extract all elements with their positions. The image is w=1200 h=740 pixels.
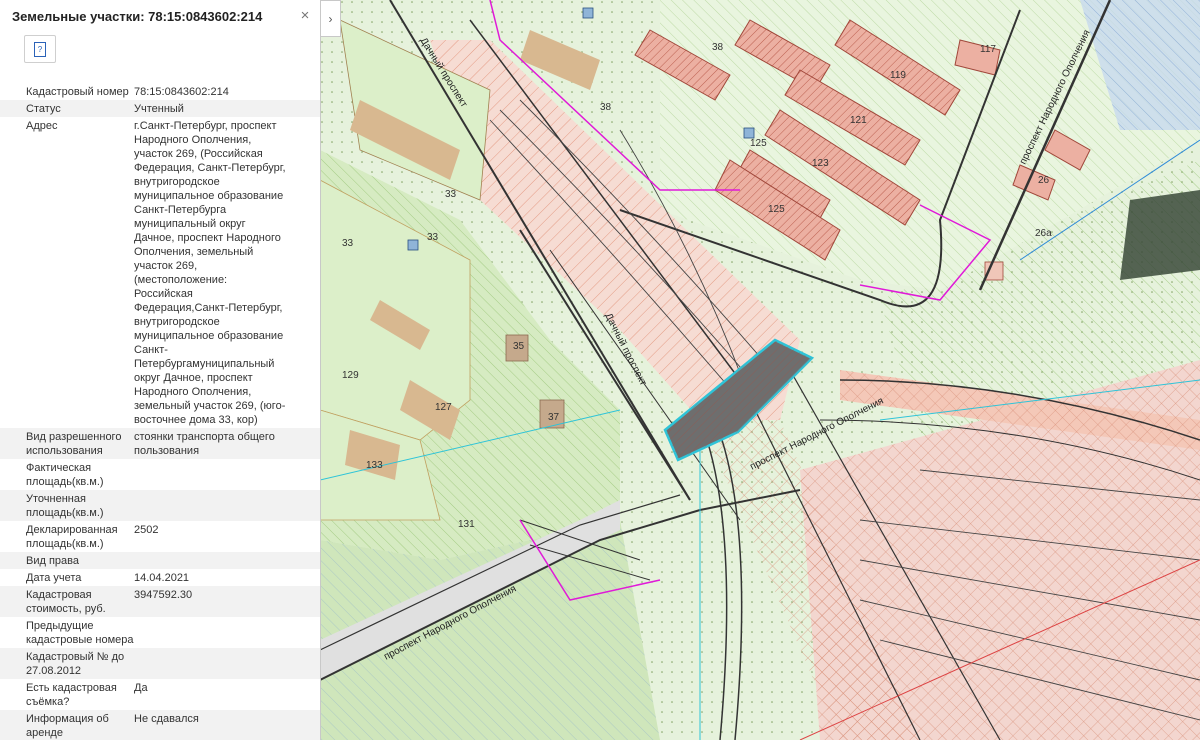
building-number: 123	[812, 158, 829, 169]
attribute-label: Дата учета	[26, 572, 82, 584]
building-number: 133	[366, 460, 383, 471]
attribute-table: Кадастровый номер 78:15:0843602:214 Стату…	[0, 83, 320, 740]
document-button[interactable]: ?	[24, 35, 56, 63]
panel-title: Земельные участки: 78:15:0843602:214	[12, 9, 263, 24]
attribute-label: Кадастровая стоимость, руб.	[26, 589, 106, 615]
attribute-row: Адрес г.Санкт-Петербург, проспект Народно…	[0, 117, 320, 428]
building-number: 117	[980, 44, 996, 55]
attribute-label: Вид разрешенного использования	[26, 431, 122, 457]
attribute-row: Информация об аренде Не сдавался	[0, 710, 320, 740]
building-number: 131	[458, 519, 475, 530]
attribute-label: Декларированная площадь(кв.м.)	[26, 524, 118, 550]
attribute-value: г.Санкт-Петербург, проспект Народного Оп…	[134, 120, 286, 426]
attribute-label: Фактическая площадь(кв.м.)	[26, 462, 104, 488]
attribute-value: 3947592.30	[134, 589, 193, 601]
marker-icon	[407, 239, 419, 251]
building-number: 37	[548, 412, 560, 423]
close-icon[interactable]: ×	[296, 7, 314, 25]
attribute-row: Вид разрешенного использования стоянки тр…	[0, 428, 320, 459]
attribute-row: Предыдущие кадастровые номера	[0, 617, 320, 648]
attribute-value	[134, 461, 294, 489]
building-number: 35	[513, 341, 525, 352]
building-number: 33	[445, 189, 457, 200]
attribute-value: стоянки транспорта общего пользования	[134, 431, 275, 457]
attribute-label: Адрес	[26, 120, 58, 132]
attribute-label: Информация об аренде	[26, 713, 109, 739]
building-number: 127	[435, 402, 452, 413]
attribute-value	[134, 492, 294, 520]
dark-structure	[1120, 190, 1200, 280]
attribute-value: 14.04.2021	[134, 572, 190, 584]
attribute-row: Кадастровый номер 78:15:0843602:214	[0, 83, 320, 100]
building-number: 129	[342, 370, 359, 381]
attribute-row: Дата учета 14.04.2021	[0, 569, 320, 586]
attribute-value: Учтенный	[134, 103, 184, 115]
building-number: 119	[890, 70, 906, 81]
document-icon: ?	[34, 41, 46, 57]
attribute-value	[134, 619, 294, 647]
chevron-right-icon: ›	[328, 11, 333, 26]
building-number: 33	[427, 232, 439, 243]
building-number: 38	[600, 102, 612, 113]
marker-icon	[743, 127, 755, 139]
attribute-row: Декларированная площадь(кв.м.) 2502	[0, 521, 320, 552]
attribute-value	[134, 554, 294, 568]
attribute-value: Не сдавался	[134, 713, 199, 725]
attribute-row: Фактическая площадь(кв.м.)	[0, 459, 320, 490]
building-number: 121	[850, 115, 867, 126]
attribute-label: Есть кадастровая съёмка?	[26, 682, 117, 708]
attribute-value: 78:15:0843602:214	[134, 86, 229, 98]
attribute-row: Есть кадастровая съёмка? Да	[0, 679, 320, 710]
attribute-row: Кадастровый № до 27.08.2012	[0, 648, 320, 679]
building-number: 38	[712, 42, 724, 53]
attribute-label: Кадастровый № до 27.08.2012	[26, 651, 125, 677]
attribute-label: Статус	[26, 103, 61, 115]
attribute-label: Уточненная площадь(кв.м.)	[26, 493, 104, 519]
info-panel: Земельные участки: 78:15:0843602:214 × ?…	[0, 0, 321, 740]
attribute-label: Кадастровый номер	[26, 86, 129, 98]
building-number: 125	[768, 204, 785, 215]
marker-icon	[582, 7, 594, 19]
building-number: 33	[342, 238, 354, 249]
building-number: 125	[750, 138, 767, 149]
attribute-row: Уточненная площадь(кв.м.)	[0, 490, 320, 521]
attribute-row: Кадастровая стоимость, руб. 3947592.30	[0, 586, 320, 617]
attribute-value: Да	[134, 682, 148, 694]
attribute-value	[134, 650, 294, 678]
collapse-panel-button[interactable]: ›	[321, 0, 341, 37]
attribute-label: Предыдущие кадастровые номера	[26, 620, 134, 646]
building-number: 26а	[1035, 228, 1052, 239]
attribute-row: Статус Учтенный	[0, 100, 320, 117]
attribute-row: Вид права	[0, 552, 320, 569]
building-number: 26	[1038, 175, 1050, 186]
cadastral-map[interactable]: Дачный проспект Дачный проспект проспект…	[320, 0, 1200, 740]
attribute-value: 2502	[134, 524, 159, 536]
map-canvas[interactable]: Дачный проспект Дачный проспект проспект…	[320, 0, 1200, 740]
attribute-label: Вид права	[26, 555, 79, 567]
